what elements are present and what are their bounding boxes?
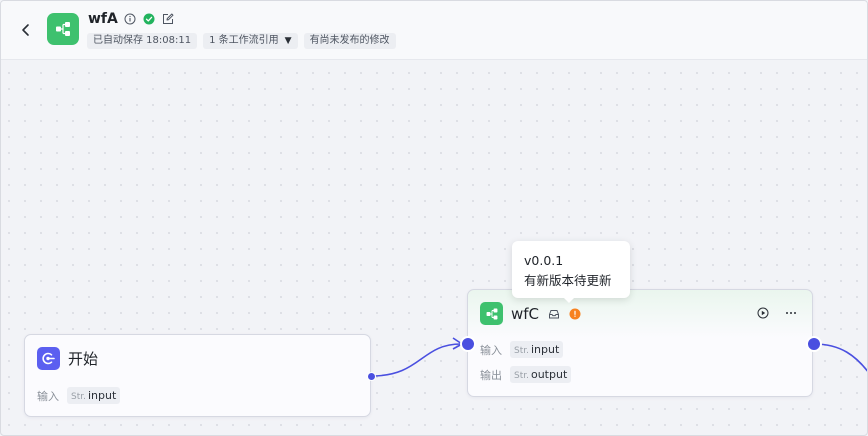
start-node[interactable]: 开始 输入 Str. input: [24, 334, 371, 417]
workflow-icon: [480, 302, 503, 325]
workflow-node-title: wfC: [511, 304, 540, 323]
param-label: 输入: [37, 389, 59, 403]
update-tooltip: v0.0.1 有新版本待更新: [512, 241, 630, 298]
edge-start-to-wfc: [371, 343, 462, 377]
tooltip-version: v0.0.1: [524, 253, 564, 268]
play-circle-icon[interactable]: [756, 306, 770, 320]
warning-icon[interactable]: [568, 307, 581, 320]
param-chip: Str. input: [67, 387, 121, 404]
wfc-output-port[interactable]: [806, 336, 822, 352]
param-name: input: [530, 343, 560, 356]
param-name: output: [530, 368, 568, 381]
param-type: Str.: [71, 392, 86, 402]
workflow-node[interactable]: wfC 输入 Str. input 输出 Str. output: [467, 289, 813, 397]
param-label: 输出: [480, 368, 502, 382]
start-input-param: 输入 Str. input: [37, 387, 121, 404]
param-chip: Str. input: [510, 341, 564, 358]
param-type: Str.: [514, 371, 529, 381]
inbox-icon: [547, 307, 560, 320]
edge-wfc-to-next: [813, 343, 867, 372]
param-type: Str.: [514, 346, 529, 356]
canvas[interactable]: wfA 已自动保存 18:08:11 1 条工作流引用 ▼ 有尚未发布的修改 开…: [0, 0, 868, 436]
tooltip-message: 有新版本待更新: [524, 273, 612, 288]
param-name: input: [87, 389, 117, 402]
param-label: 输入: [480, 343, 502, 357]
tooltip-arrow: [563, 297, 575, 303]
start-icon: [37, 347, 60, 370]
more-icon[interactable]: [784, 306, 798, 320]
param-chip: Str. output: [510, 366, 572, 383]
start-node-title: 开始: [68, 350, 99, 368]
wfc-output-param: 输出 Str. output: [480, 366, 572, 383]
start-output-port[interactable]: [367, 372, 376, 381]
wfc-input-port[interactable]: [460, 336, 476, 352]
wfc-input-param: 输入 Str. input: [480, 341, 564, 358]
